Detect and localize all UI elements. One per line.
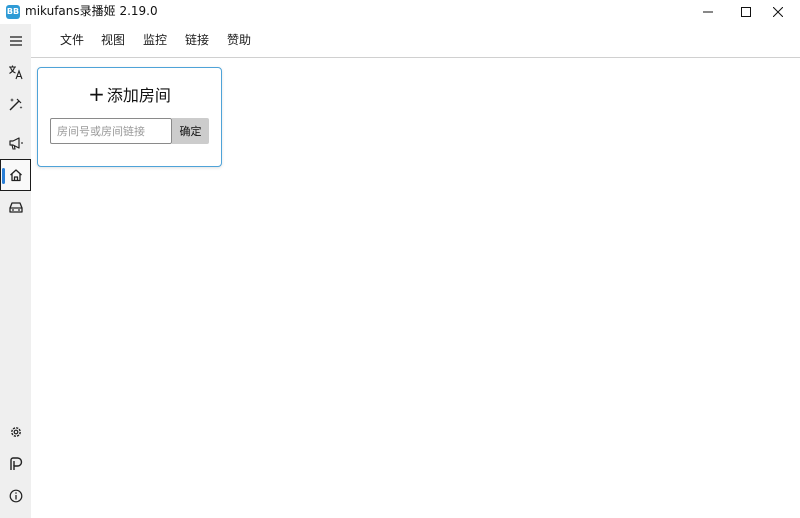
menu-links[interactable]: 链接 xyxy=(183,32,211,48)
window-title: mikufans录播姬 2.19.0 xyxy=(25,4,158,18)
menu-file[interactable]: 文件 xyxy=(58,32,86,48)
minimize-icon xyxy=(703,11,713,13)
menu-monitor[interactable]: 监控 xyxy=(141,32,169,48)
room-id-input[interactable] xyxy=(50,118,172,144)
confirm-add-room-button[interactable]: 确定 xyxy=(172,118,209,144)
add-room-title: + 添加房间 xyxy=(38,84,221,106)
nav-toolbox[interactable] xyxy=(0,88,31,120)
nav-about[interactable] xyxy=(0,480,31,512)
car-icon xyxy=(8,202,23,213)
nav-recording[interactable] xyxy=(0,191,31,223)
close-button[interactable] xyxy=(755,0,800,24)
close-icon xyxy=(773,7,783,17)
app-logo-icon: BB xyxy=(6,5,20,19)
translate-icon xyxy=(8,65,23,80)
info-icon xyxy=(9,489,22,503)
nav-announcement[interactable] xyxy=(0,127,31,159)
gear-icon xyxy=(10,427,21,437)
maximize-icon xyxy=(741,7,751,17)
menu-view[interactable]: 视图 xyxy=(99,32,127,48)
menu-sponsor[interactable]: 赞助 xyxy=(225,32,253,48)
add-room-card: +添加房间 确定 xyxy=(37,67,222,167)
nav-home[interactable] xyxy=(0,159,31,191)
nav-patreon[interactable] xyxy=(0,448,31,480)
title-bar: BB mikufans录播姬 2.19.0 xyxy=(0,0,800,24)
menu-icon xyxy=(9,36,22,46)
navigation-rail xyxy=(0,24,31,518)
menu-bar: 文件 视图 监控 链接 赞助 xyxy=(31,24,800,58)
magic-wand-icon xyxy=(9,98,22,111)
nav-settings[interactable] xyxy=(0,416,31,448)
patreon-icon xyxy=(9,457,22,470)
nav-language[interactable] xyxy=(0,56,31,88)
plus-icon: + xyxy=(88,82,105,106)
announcement-icon xyxy=(8,137,23,150)
home-icon xyxy=(9,169,22,182)
add-room-title-text: 添加房间 xyxy=(106,86,171,105)
nav-menu-toggle[interactable] xyxy=(0,25,31,57)
